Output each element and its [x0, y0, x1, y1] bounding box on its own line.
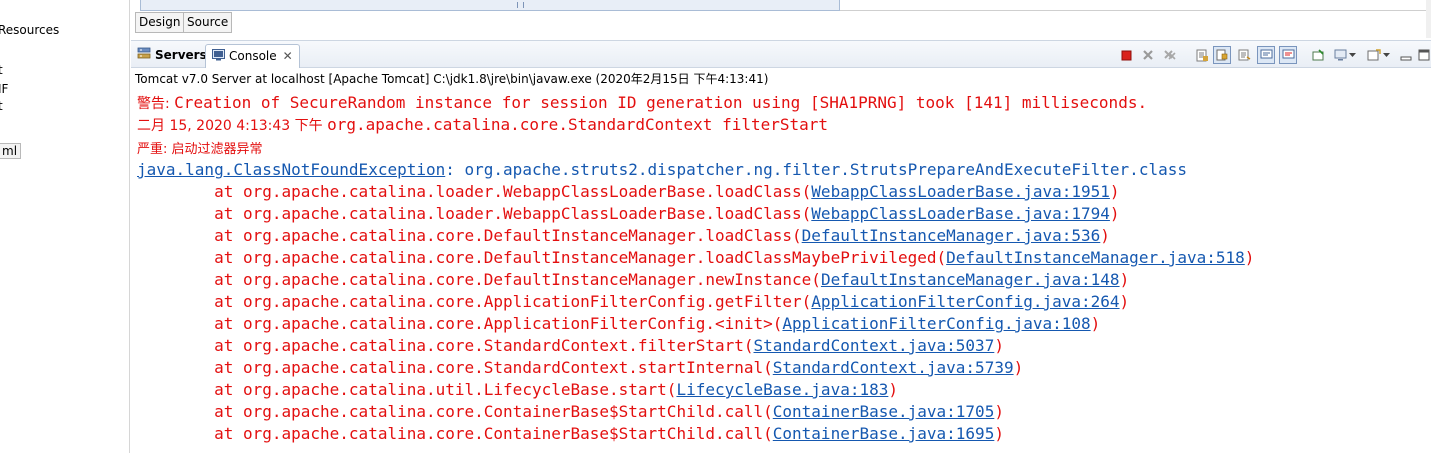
- tree-item[interactable]: t: [0, 63, 3, 77]
- project-explorer: Resources t IF t ml: [0, 0, 130, 453]
- stack-frame: at org.apache.catalina.loader.WebappClas…: [137, 204, 1120, 223]
- exception-message: : org.apache.struts2.dispatcher.ng.filte…: [445, 160, 1187, 179]
- stack-method: at org.apache.catalina.core.DefaultInsta…: [137, 226, 802, 245]
- stack-frame: at org.apache.catalina.core.StandardCont…: [137, 358, 1023, 377]
- dropdown-icon[interactable]: [1381, 46, 1391, 64]
- paren: ): [994, 424, 1004, 443]
- source-link[interactable]: ApplicationFilterConfig.java:108: [782, 314, 1090, 333]
- console-line: 二月 15, 2020 4:13:43 下午 org.apache.catali…: [137, 115, 828, 135]
- console-line: java.lang.ClassNotFoundException: org.ap…: [137, 160, 1187, 179]
- clear-console-icon[interactable]: [1193, 46, 1211, 64]
- stack-frame: at org.apache.catalina.core.DefaultInsta…: [137, 226, 1110, 245]
- console-icon: [212, 46, 225, 68]
- stack-method: at org.apache.catalina.core.DefaultInsta…: [137, 270, 821, 289]
- stack-frame: at org.apache.catalina.util.LifecycleBas…: [137, 380, 898, 399]
- source-link[interactable]: ContainerBase.java:1695: [773, 424, 995, 443]
- stack-method: at org.apache.catalina.core.ApplicationF…: [137, 314, 783, 333]
- source-link[interactable]: StandardContext.java:5037: [754, 336, 995, 355]
- stack-method: at org.apache.catalina.core.ContainerBas…: [137, 424, 773, 443]
- stack-frame: at org.apache.catalina.core.StandardCont…: [137, 336, 1004, 355]
- paren: ): [1119, 292, 1130, 311]
- console-line: 严重: 启动过滤器异常: [137, 138, 263, 157]
- source-link[interactable]: ContainerBase.java:1705: [773, 402, 995, 421]
- editor-border: [840, 0, 1430, 11]
- dropdown-icon[interactable]: [1347, 46, 1357, 64]
- stack-method: at org.apache.catalina.loader.WebappClas…: [137, 182, 812, 201]
- stack-method: at org.apache.catalina.core.StandardCont…: [137, 358, 773, 377]
- scroll-lock-icon[interactable]: [1213, 46, 1231, 64]
- paren: ): [1100, 226, 1110, 245]
- paren: ): [888, 380, 898, 399]
- maximize-icon[interactable]: [1415, 46, 1431, 64]
- servers-icon: [137, 45, 151, 67]
- stack-method: at org.apache.catalina.core.StandardCont…: [137, 336, 754, 355]
- close-icon[interactable]: ✕: [283, 49, 293, 63]
- horizontal-scrollbar[interactable]: [140, 0, 840, 11]
- vertical-scrollbar[interactable]: [1426, 0, 1431, 38]
- log-message: org.apache.catalina.core.StandardContext…: [327, 115, 829, 134]
- tab-console[interactable]: Console ✕: [205, 44, 300, 68]
- tree-item-selected[interactable]: ml: [0, 143, 22, 159]
- log-level-label: 警告:: [137, 96, 175, 112]
- terminate-icon[interactable]: [1117, 46, 1135, 64]
- paren: ): [1013, 358, 1024, 377]
- paren: ): [1119, 270, 1130, 289]
- console-line: 警告: Creation of SecureRandom instance fo…: [137, 93, 1147, 113]
- source-link[interactable]: DefaultInstanceManager.java:518: [946, 248, 1245, 267]
- stack-method: at org.apache.catalina.util.LifecycleBas…: [137, 380, 677, 399]
- paren: ): [1109, 182, 1120, 201]
- stack-frame: at org.apache.catalina.core.DefaultInsta…: [137, 270, 1129, 289]
- paren: ): [994, 336, 1004, 355]
- source-link[interactable]: DefaultInstanceManager.java:536: [802, 226, 1101, 245]
- tab-console-label: Console: [229, 49, 277, 63]
- minimize-icon[interactable]: [1397, 46, 1415, 64]
- paren: ): [1090, 314, 1101, 333]
- word-wrap-icon[interactable]: [1235, 46, 1253, 64]
- tab-servers[interactable]: Servers: [137, 44, 207, 68]
- view-header: Servers Console ✕: [131, 40, 1431, 68]
- stack-frame: at org.apache.catalina.core.DefaultInsta…: [137, 248, 1254, 267]
- tree-item-resources[interactable]: Resources: [0, 23, 59, 37]
- source-link[interactable]: ApplicationFilterConfig.java:264: [811, 292, 1119, 311]
- source-link[interactable]: DefaultInstanceManager.java:148: [821, 270, 1120, 289]
- tab-servers-label: Servers: [155, 48, 207, 62]
- pin-console-icon[interactable]: [1309, 46, 1327, 64]
- console-output[interactable]: 警告: Creation of SecureRandom instance fo…: [137, 80, 1427, 453]
- source-link[interactable]: WebappClassLoaderBase.java:1794: [811, 204, 1110, 223]
- source-link[interactable]: StandardContext.java:5739: [773, 358, 1014, 377]
- tree-item[interactable]: IF: [0, 82, 8, 96]
- stack-frame: at org.apache.catalina.loader.WebappClas…: [137, 182, 1120, 201]
- log-level-label: 严重: 启动过滤器异常: [137, 142, 263, 157]
- source-link[interactable]: WebappClassLoaderBase.java:1951: [811, 182, 1110, 201]
- paren: ): [994, 402, 1004, 421]
- log-timestamp: 二月 15, 2020 4:13:43 下午: [137, 118, 328, 134]
- stack-frame: at org.apache.catalina.core.ContainerBas…: [137, 402, 1004, 421]
- tab-source[interactable]: Source: [183, 12, 233, 33]
- source-link[interactable]: LifecycleBase.java:183: [676, 380, 888, 399]
- remove-all-terminated-icon[interactable]: [1161, 46, 1179, 64]
- stack-frame: at org.apache.catalina.core.ContainerBas…: [137, 424, 1004, 443]
- stack-method: at org.apache.catalina.core.ContainerBas…: [137, 402, 773, 421]
- tree-item[interactable]: t: [0, 99, 3, 113]
- show-on-stdout-icon[interactable]: [1257, 46, 1275, 64]
- scrollbar-grip[interactable]: [517, 2, 524, 8]
- stack-method: at org.apache.catalina.loader.WebappClas…: [137, 204, 812, 223]
- stack-method: at org.apache.catalina.core.ApplicationF…: [137, 292, 812, 311]
- stack-frame: at org.apache.catalina.core.ApplicationF…: [137, 314, 1100, 333]
- remove-launch-icon[interactable]: [1139, 46, 1157, 64]
- stack-frame: at org.apache.catalina.core.ApplicationF…: [137, 292, 1129, 311]
- paren: ): [1109, 204, 1120, 223]
- show-on-stderr-icon[interactable]: [1279, 46, 1297, 64]
- paren: ): [1244, 248, 1255, 267]
- stack-method: at org.apache.catalina.core.DefaultInsta…: [137, 248, 947, 267]
- exception-link[interactable]: java.lang.ClassNotFoundException: [137, 160, 445, 179]
- tab-design[interactable]: Design: [135, 12, 185, 33]
- log-message: Creation of SecureRandom instance for se…: [174, 93, 1148, 112]
